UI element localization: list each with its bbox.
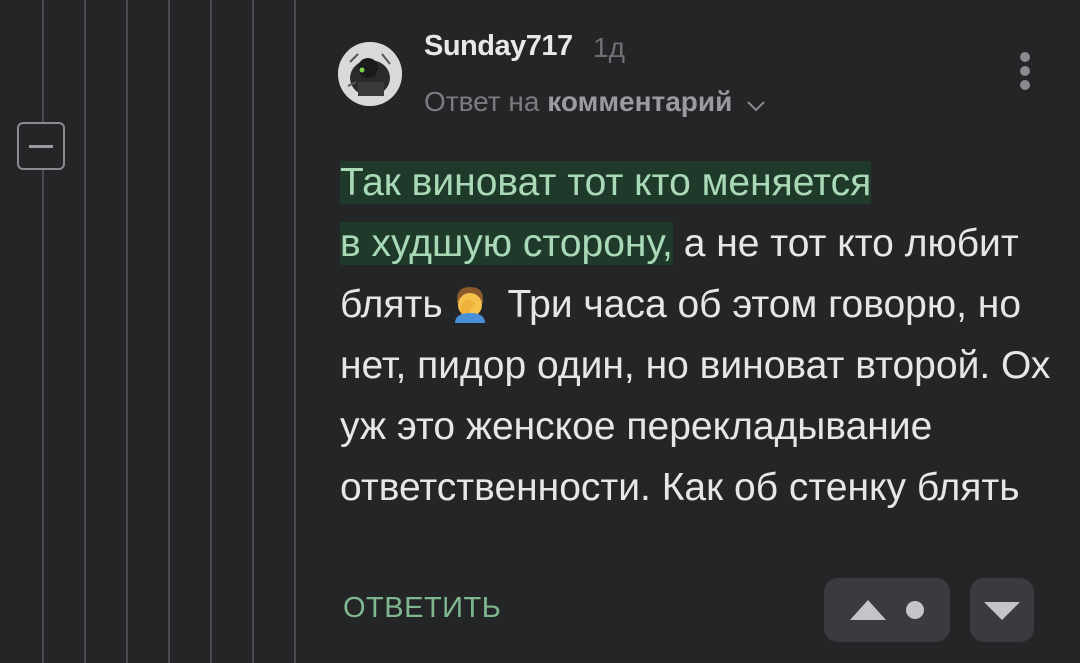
- avatar-image: [338, 42, 402, 106]
- avatar[interactable]: [338, 42, 402, 106]
- thread-line: [210, 0, 212, 663]
- comment-body: Так виноват тот кто меняется в худшую сто…: [340, 152, 1060, 518]
- downvote-button[interactable]: [970, 578, 1034, 642]
- collapse-thread-button[interactable]: [17, 122, 65, 170]
- comment-text: Три часа об этом говорю, но нет, пидор о…: [340, 283, 1051, 509]
- minus-icon: [29, 145, 53, 148]
- reply-prefix: Ответ на: [424, 86, 540, 117]
- reply-to-link[interactable]: Ответ на комментарий: [424, 86, 766, 120]
- reply-target: комментарий: [547, 86, 733, 117]
- facepalm-emoji: [449, 282, 491, 324]
- highlighted-text: в худшую сторону,: [340, 222, 673, 265]
- triangle-up-icon: [850, 600, 886, 620]
- thread-line: [42, 0, 44, 663]
- thread-line: [84, 0, 86, 663]
- thread-line: [294, 0, 296, 663]
- reply-button[interactable]: ОТВЕТИТЬ: [343, 592, 501, 625]
- chevron-down-icon: [746, 88, 766, 120]
- more-options-button[interactable]: [1016, 52, 1034, 92]
- more-vertical-icon: [1020, 52, 1030, 62]
- thread-line: [168, 0, 170, 663]
- highlighted-text: Так виноват тот кто меняется: [340, 161, 872, 204]
- rating-dot: [906, 601, 924, 619]
- thread-line: [252, 0, 254, 663]
- thread-line: [126, 0, 128, 663]
- comment-time: 1д: [593, 32, 625, 63]
- upvote-button[interactable]: [824, 578, 950, 642]
- author-name[interactable]: Sunday717: [424, 30, 573, 63]
- triangle-down-icon: [984, 602, 1020, 620]
